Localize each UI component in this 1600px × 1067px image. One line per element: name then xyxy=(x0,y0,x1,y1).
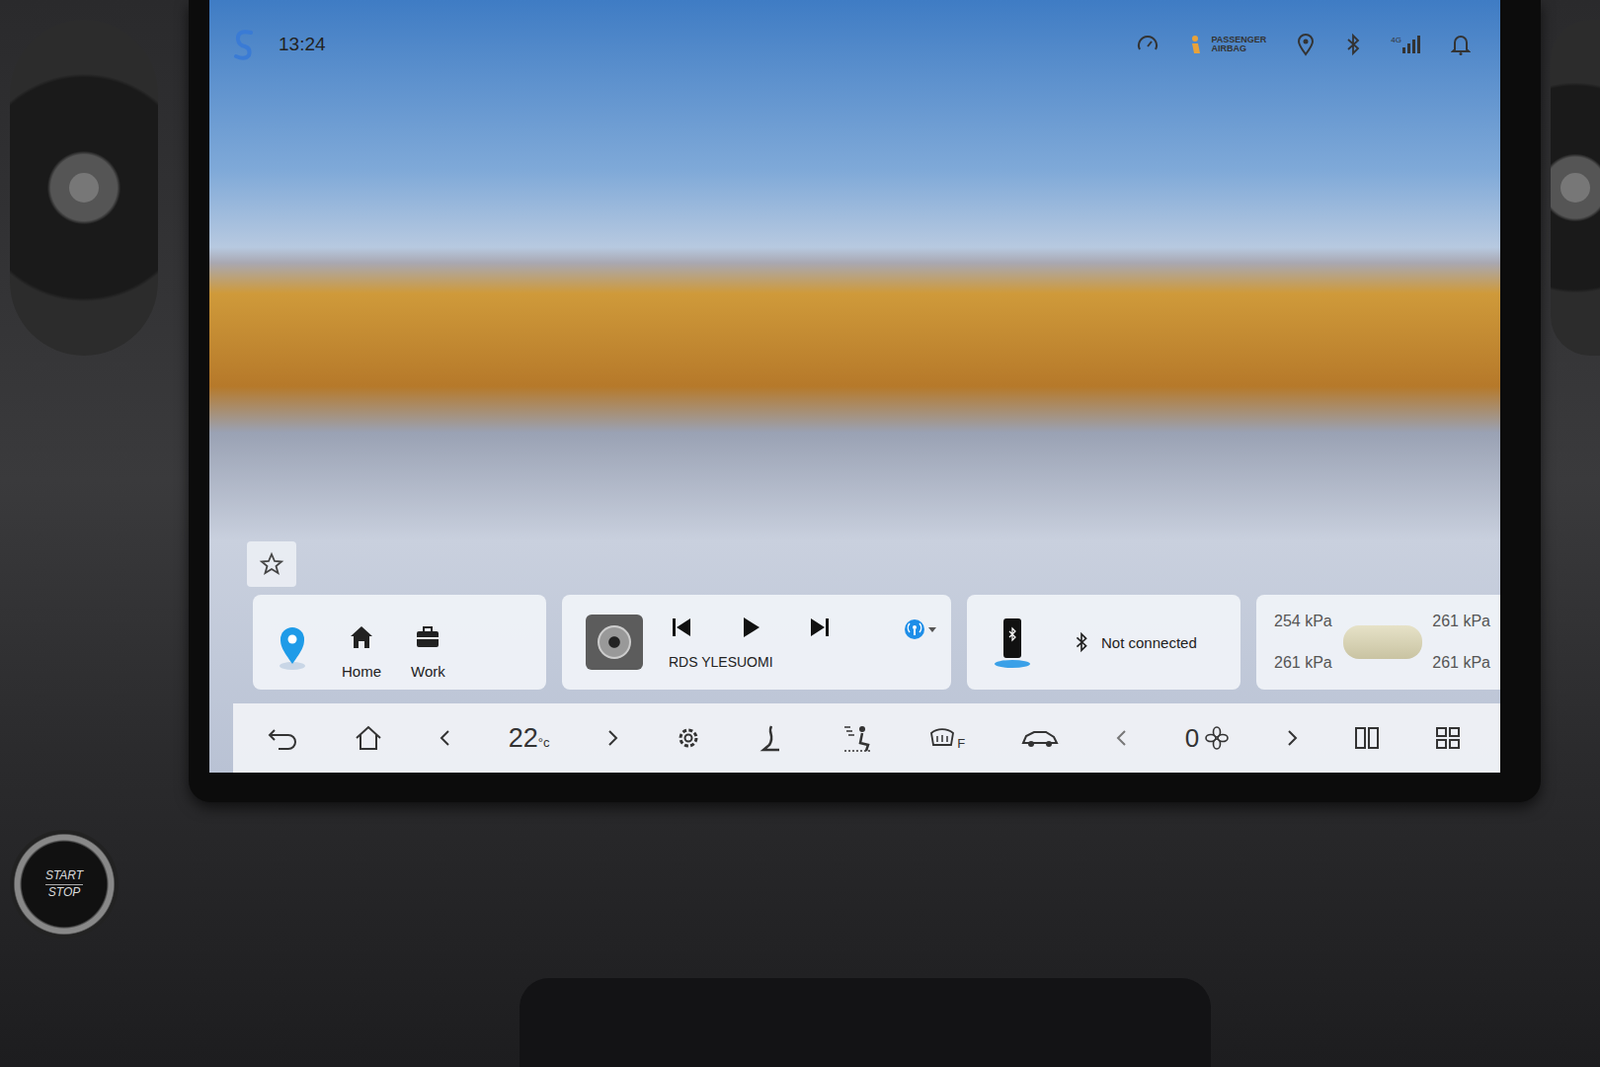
temperature-value: 22 xyxy=(508,722,539,754)
station-name: RDS YLESUOMI xyxy=(668,653,879,670)
radio-icon xyxy=(903,618,938,642)
start-stop-button[interactable]: STARTSTOP xyxy=(9,829,119,939)
album-art xyxy=(585,614,643,670)
previous-icon[interactable] xyxy=(668,614,695,640)
source-selector[interactable] xyxy=(903,602,938,646)
network-label: 4G xyxy=(1390,35,1402,45)
nav-shortcut[interactable]: Work xyxy=(410,613,446,680)
tire-pressure: 254 kPa xyxy=(1274,612,1333,631)
signal-indicator: 4G xyxy=(1390,35,1422,54)
dash-right xyxy=(1540,0,1600,1067)
home-icon xyxy=(347,623,376,651)
back-icon[interactable] xyxy=(266,724,299,751)
defrost-button[interactable]: F xyxy=(928,724,965,751)
bluetooth-icon xyxy=(1073,631,1090,653)
defrost-icon xyxy=(928,724,957,751)
air-vent xyxy=(9,19,159,356)
temperature[interactable]: 22°c xyxy=(508,722,551,754)
seat-heat-icon[interactable] xyxy=(757,722,786,753)
temperature-unit: °c xyxy=(538,734,551,750)
storage-tray xyxy=(519,977,1211,1067)
navigation-card[interactable]: Home Work xyxy=(252,594,547,690)
clock: 13:24 xyxy=(278,33,326,56)
map-pin-icon xyxy=(272,620,313,672)
display: 13:24 PASSENGERAIRBAG 4G Home Work RDS YLESUO… xyxy=(209,0,1501,773)
tire-pressure: 261 kPa xyxy=(1432,612,1491,631)
bell-icon[interactable] xyxy=(1450,32,1471,57)
bluetooth-icon xyxy=(1345,32,1361,57)
favorite-button[interactable] xyxy=(246,541,297,587)
signal-icon xyxy=(1401,35,1422,54)
chevron-left-icon[interactable] xyxy=(437,726,454,749)
widget-row: Home Work RDS YLESUOMI Not connected 254 kPa… xyxy=(209,594,1501,690)
split-view-icon[interactable] xyxy=(1354,725,1380,750)
airbag-label: PASSENGER xyxy=(1210,35,1267,45)
phone-card[interactable]: Not connected xyxy=(966,594,1241,690)
gauge-icon xyxy=(1135,32,1160,57)
screen-bezel: 13:24 PASSENGERAIRBAG 4G Home Work RDS YLESUO… xyxy=(188,0,1541,802)
defrost-label: F xyxy=(957,735,965,751)
airflow-icon[interactable] xyxy=(840,722,875,753)
tire-pressure: 261 kPa xyxy=(1274,653,1333,672)
climate-bar: 22°c F 0 xyxy=(233,703,1501,773)
location-icon xyxy=(1295,32,1316,57)
next-icon[interactable] xyxy=(806,614,833,640)
airbag-label: AIRBAG xyxy=(1210,44,1267,54)
media-card: RDS YLESUOMI xyxy=(561,594,952,690)
tire-pressure: 261 kPa xyxy=(1432,653,1491,672)
nav-shortcut[interactable]: Home xyxy=(341,613,382,680)
airbag-indicator: PASSENGERAIRBAG xyxy=(1189,34,1267,55)
home-icon[interactable] xyxy=(353,723,384,752)
chevron-right-icon[interactable] xyxy=(1283,726,1300,749)
app-grid-icon[interactable] xyxy=(1435,725,1461,750)
dashboard: STARTSTOP 13:24 PASSENGERAIRBAG 4G Home Work R… xyxy=(0,0,1600,1067)
chevron-right-icon[interactable] xyxy=(604,726,621,749)
fan-speed-value: 0 xyxy=(1185,722,1200,754)
play-icon[interactable] xyxy=(737,614,764,640)
start-stop-label: STOP xyxy=(48,884,80,901)
screen-column: 13:24 PASSENGERAIRBAG 4G Home Work RDS YLESUO… xyxy=(188,0,1541,1067)
car-top-icon xyxy=(1343,625,1423,659)
star-icon xyxy=(258,551,285,577)
center-console xyxy=(188,801,1541,1067)
dash-left: STARTSTOP xyxy=(0,0,189,1067)
gear-icon[interactable] xyxy=(674,723,703,752)
logo-icon xyxy=(233,27,255,62)
fan-icon xyxy=(1204,725,1229,750)
shortcut-label: Work xyxy=(410,662,446,680)
start-stop-label: START xyxy=(45,868,83,885)
fan-speed[interactable]: 0 xyxy=(1185,722,1229,754)
status-bar: 13:24 PASSENGERAIRBAG 4G xyxy=(209,0,1501,70)
car-recirculation-icon[interactable] xyxy=(1020,725,1060,750)
phone-icon xyxy=(990,614,1035,670)
tire-pressure-card[interactable]: 254 kPa 261 kPa 261 kPa 261 kPa xyxy=(1256,594,1501,690)
air-vent xyxy=(1550,19,1600,356)
briefcase-icon xyxy=(413,623,442,651)
airbag-icon xyxy=(1189,34,1207,55)
shortcut-label: Home xyxy=(341,662,382,680)
chevron-left-icon[interactable] xyxy=(1114,726,1130,749)
connection-status: Not connected xyxy=(1101,634,1198,651)
